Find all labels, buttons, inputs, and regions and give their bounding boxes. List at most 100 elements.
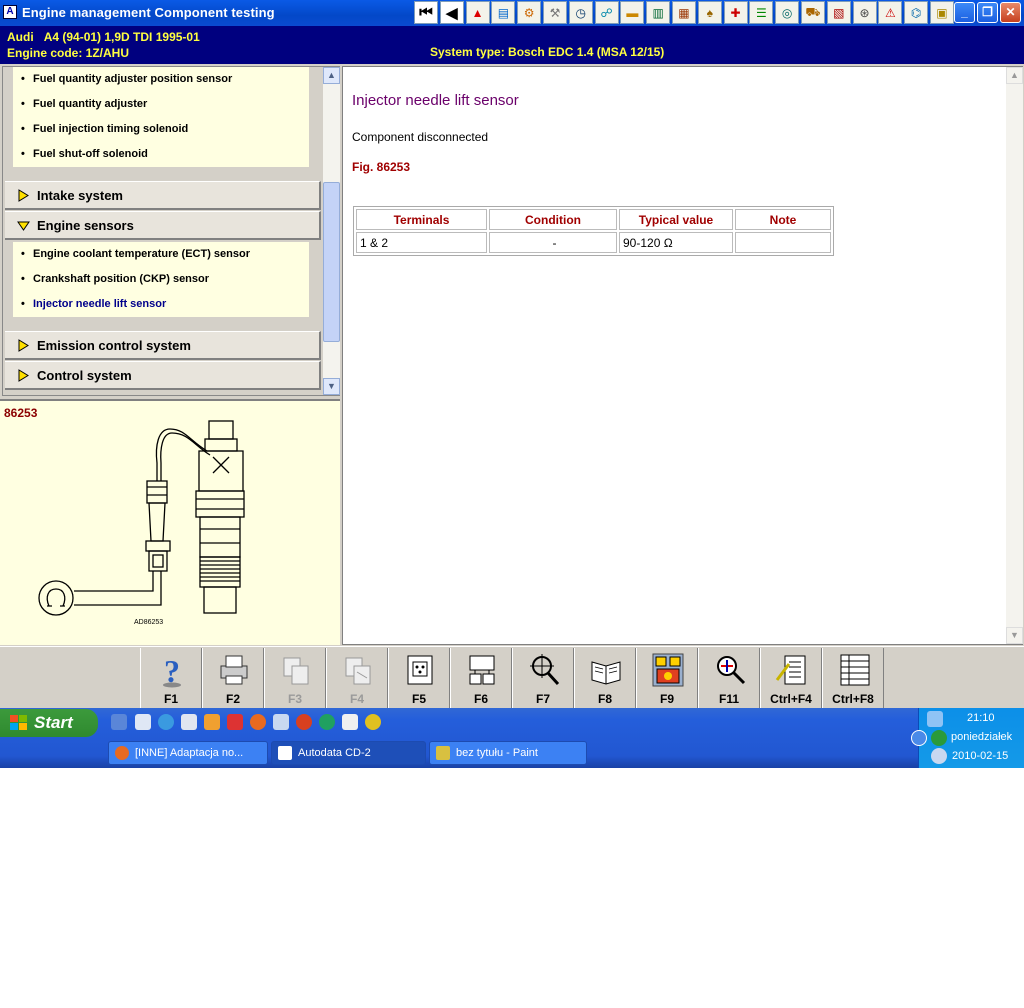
category-emission-control[interactable]: Emission control system [5,331,321,360]
messenger-icon[interactable] [931,730,947,746]
wrench-icon[interactable]: ⚒ [542,1,567,24]
f2-print-button[interactable]: F2 [202,648,264,708]
f8-book-button[interactable]: F8 [574,648,636,708]
wiring-icon[interactable]: ☰ [749,1,774,24]
figure-reference[interactable]: Fig. 86253 [352,160,410,174]
content-scrollbar[interactable]: ▲ ▼ [1006,67,1023,644]
sensor-icon[interactable]: ◎ [775,1,800,24]
column-header: Note [735,209,831,230]
fkey-label: F1 [163,692,178,706]
cell-condition: - [489,232,617,253]
component-status: Component disconnected [352,130,489,144]
first-page-icon[interactable]: ⏮ [414,1,438,24]
vehicle-icon[interactable]: ⛟ [800,1,825,24]
task-paint[interactable]: bez tytułu - Paint [429,741,587,765]
nav-item-fuel-shutoff[interactable]: • Fuel shut-off solenoid [13,142,309,167]
nav-item-injector-needle-lift[interactable]: • Injector needle lift sensor [13,292,309,317]
diagnostic-icon[interactable]: ☍ [594,1,619,24]
start-button[interactable]: Start [0,709,98,737]
f7-locate-button[interactable]: F7 [512,648,574,708]
clock-icon[interactable]: ◷ [568,1,593,24]
volume-icon[interactable] [931,748,947,764]
nav-item-ect-sensor[interactable]: • Engine coolant temperature (ECT) sensor [13,242,309,267]
quicklaunch-media-icon[interactable] [365,714,381,730]
nav-item-fuel-qty-adjuster[interactable]: • Fuel quantity adjuster [13,92,309,117]
f5-connector-button[interactable]: F5 [388,648,450,708]
warning-icon[interactable]: ▲ [465,1,490,24]
quicklaunch-globe-icon[interactable] [319,714,335,730]
restore-button[interactable]: ❐ [977,2,998,23]
category-label: Emission control system [37,338,191,353]
minimize-button[interactable]: _ [954,2,975,23]
f6-pinout-button[interactable]: F6 [450,648,512,708]
quicklaunch-desktop-icon[interactable] [135,714,151,730]
notes-icon [775,655,806,685]
table-header-row: Terminals Condition Typical value Note [356,209,831,230]
f3-copy-button[interactable]: F3 [264,648,326,708]
show-hidden-icons-button[interactable] [911,730,927,746]
prev-page-icon[interactable]: ◀ [439,1,464,24]
f4-paste-button[interactable]: F4 [326,648,388,708]
cell-terminals: 1 & 2 [356,232,487,253]
category-control-system[interactable]: Control system [5,361,321,390]
clock-time[interactable]: 21:10 [967,712,995,724]
quicklaunch-tool-icon[interactable] [204,714,220,730]
quicklaunch-firefox-icon[interactable] [250,714,266,730]
vehicle-info-bar: Audi A4 (94-01) 1,9D TDI 1995-01 Engine … [0,26,1024,64]
figure-caption: AD86253 [134,619,163,626]
navigation-panel: • Fuel quantity adjuster position sensor … [2,66,340,396]
title-bar[interactable]: A Engine management Component testing ⏮ … [0,0,1024,26]
fkey-label: F11 [718,692,739,706]
steering-icon[interactable]: ⊛ [852,1,877,24]
quicklaunch-app-icon[interactable] [227,714,243,730]
f9-component-test-button[interactable]: F9 [636,648,698,708]
ctrl-f8-list-button[interactable]: Ctrl+F8 [822,648,884,708]
category-engine-sensors[interactable]: Engine sensors [5,211,321,240]
nav-item-fuel-qty-position[interactable]: • Fuel quantity adjuster position sensor [13,67,309,92]
gear-icon[interactable]: ⚙ [517,1,542,24]
autodata-window: A Engine management Component testing ⏮ … [0,0,1024,768]
abs-icon[interactable]: ⌬ [904,1,929,24]
fkey-label: Ctrl+F8 [832,692,874,706]
battery-icon[interactable]: ▬ [620,1,645,24]
help-icon: ? [163,653,181,688]
oil-can-icon[interactable]: ♠ [697,1,722,24]
column-header: Typical value [619,209,733,230]
quicklaunch-folder-icon[interactable] [273,714,289,730]
ctrl-f4-notes-button[interactable]: Ctrl+F4 [760,648,822,708]
timing-belt-icon[interactable]: ▥ [646,1,671,24]
quicklaunch-opera-icon[interactable] [296,714,312,730]
fuel-system-items: • Fuel quantity adjuster position sensor … [13,67,309,167]
engine-icon[interactable]: ▦ [671,1,696,24]
network-icon[interactable] [927,711,943,727]
data-icon[interactable]: ▧ [826,1,851,24]
nav-item-ckp-sensor[interactable]: • Crankshaft position (CKP) sensor [13,267,309,292]
scroll-down-button[interactable]: ▼ [1006,627,1023,644]
injector-icon[interactable]: ⚠ [878,1,903,24]
category-intake-system[interactable]: Intake system [5,181,321,210]
f11-fault-search-button[interactable]: F11 [698,648,760,708]
service-icon[interactable]: ✚ [723,1,748,24]
copy-icon [283,657,309,685]
quicklaunch-paint-icon[interactable] [342,714,358,730]
nav-scrollbar[interactable]: ▲ ▼ [323,67,340,395]
quicklaunch-font-icon[interactable] [181,714,197,730]
scroll-up-button[interactable]: ▲ [1006,67,1023,84]
scroll-thumb[interactable] [323,182,340,342]
app-icon[interactable]: A [3,5,17,19]
chart-icon[interactable]: ▤ [491,1,516,24]
quicklaunch-ie-icon[interactable] [111,714,127,730]
quicklaunch-browser-icon[interactable] [158,714,174,730]
scroll-down-button[interactable]: ▼ [323,378,340,395]
scroll-up-button[interactable]: ▲ [323,67,340,84]
pinout-icon [469,655,495,685]
close-button[interactable]: ✕ [1000,2,1021,23]
f1-help-button[interactable]: ? F1 [140,648,202,708]
radio-icon[interactable]: ▣ [929,1,954,24]
test-values-table: Terminals Condition Typical value Note 1… [353,206,834,256]
fkey-label: F6 [473,692,488,706]
task-firefox[interactable]: [INNE] Adaptacja no... [108,741,268,765]
fkey-label: F8 [597,692,612,706]
nav-item-injection-timing[interactable]: • Fuel injection timing solenoid [13,117,309,142]
task-autodata[interactable]: Autodata CD-2 [271,741,426,765]
